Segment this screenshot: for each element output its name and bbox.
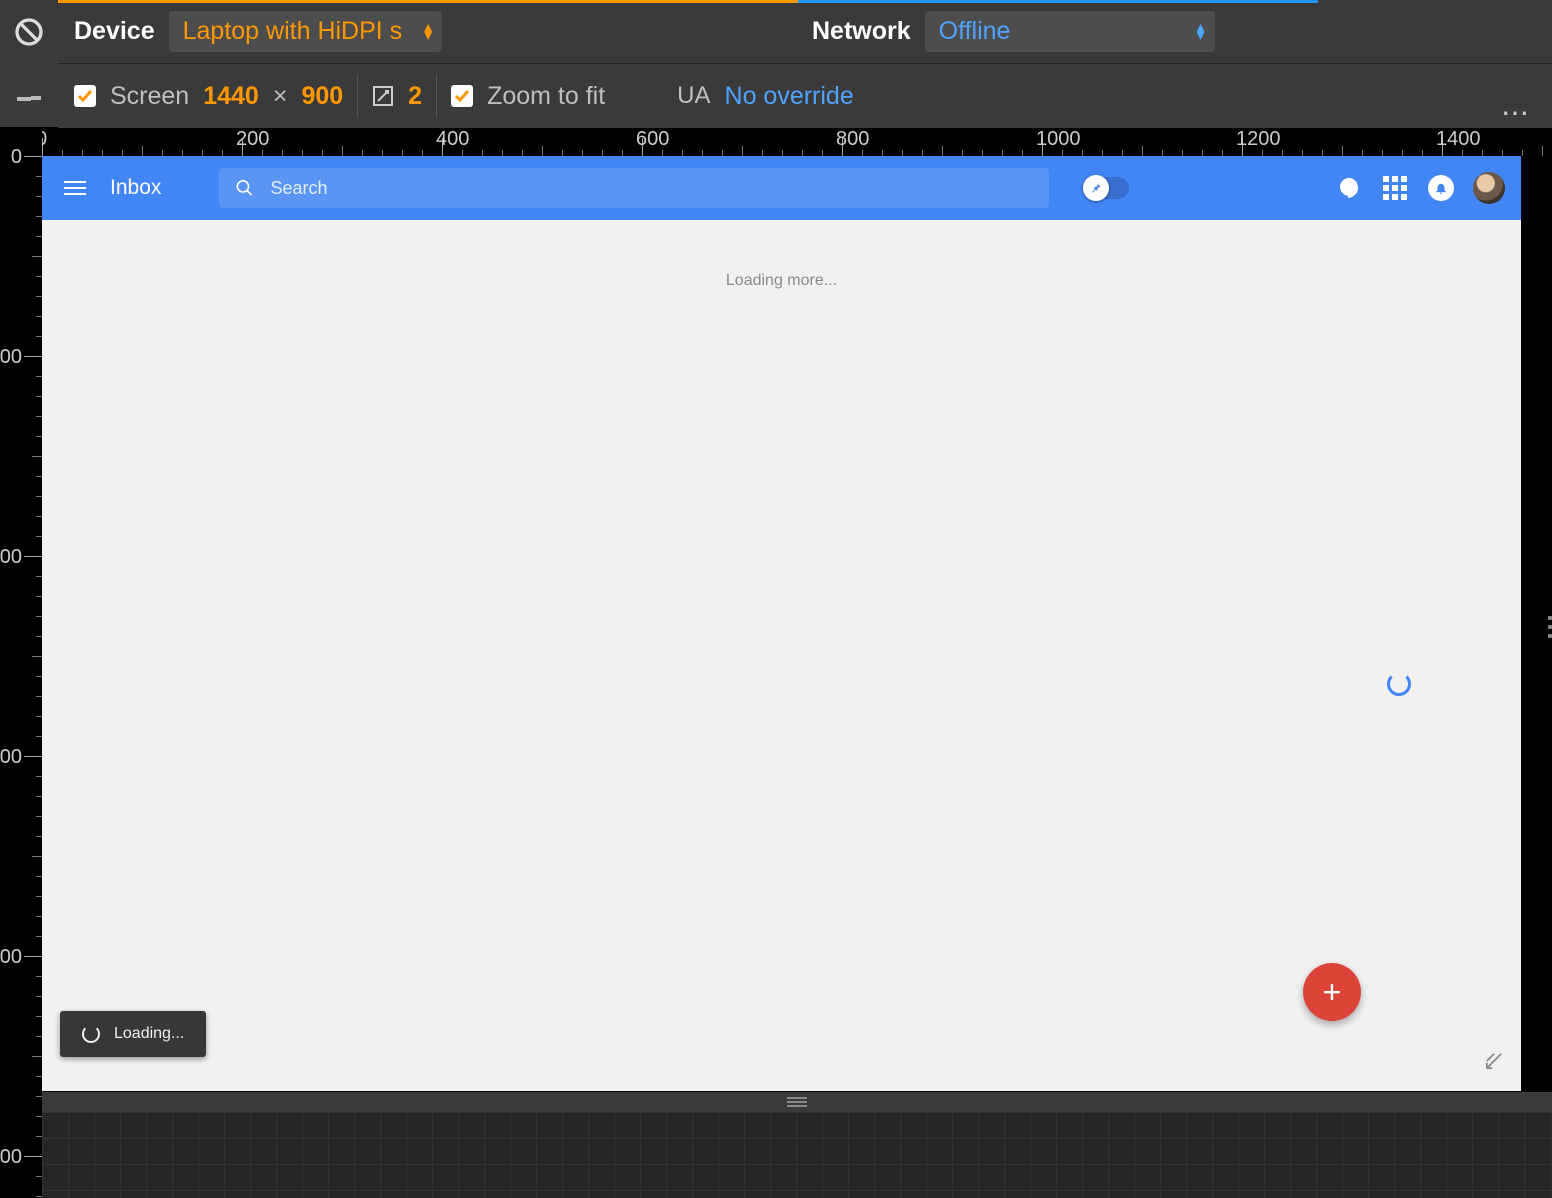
hamburger-menu-icon[interactable] (58, 175, 92, 201)
search-input[interactable] (271, 178, 1034, 199)
pin-toggle[interactable] (1083, 177, 1129, 199)
device-toolbar: Device Laptop with HiDPI s ▴▾ Network Of… (58, 0, 1552, 128)
dock-side-icon[interactable] (0, 64, 58, 128)
search-bar[interactable] (219, 168, 1049, 208)
disable-cache-icon[interactable] (0, 0, 58, 64)
dpr-value[interactable]: 2 (408, 82, 422, 111)
device-label: Device (74, 17, 155, 46)
hangouts-icon[interactable] (1335, 174, 1363, 202)
vertical-ruler: 02004006008001000 (0, 128, 42, 1198)
avatar[interactable] (1473, 172, 1505, 204)
inbox-title: Inbox (110, 176, 161, 200)
devtools-left-strip (0, 0, 58, 128)
inbox-body: Loading more... + Loading... (42, 220, 1521, 1091)
search-icon (235, 178, 254, 198)
resize-handle-icon[interactable] (1485, 1052, 1503, 1075)
emulated-viewport: Inbox Loading more... + (42, 156, 1521, 1091)
inbox-header: Inbox (42, 156, 1521, 220)
chevron-updown-icon: ▴▾ (424, 24, 432, 40)
zoom-checkbox[interactable] (451, 85, 473, 107)
viewport-bottom-grip[interactable] (42, 1092, 1552, 1112)
loading-toast: Loading... (60, 1011, 206, 1057)
screen-height[interactable]: 900 (301, 82, 343, 111)
toast-text: Loading... (114, 1025, 184, 1043)
device-select-value: Laptop with HiDPI s (183, 17, 403, 46)
loading-more-text: Loading more... (42, 220, 1521, 290)
viewport-right-grip[interactable] (1542, 616, 1552, 638)
network-select-value: Offline (939, 17, 1011, 46)
apps-grid-icon[interactable] (1381, 174, 1409, 202)
ua-label: UA (677, 82, 710, 110)
chevron-updown-icon: ▴▾ (1197, 24, 1205, 40)
network-select[interactable]: Offline ▴▾ (925, 11, 1215, 52)
screen-label: Screen (110, 82, 189, 111)
compose-fab[interactable]: + (1303, 963, 1361, 1021)
dimension-separator: × (273, 82, 288, 111)
device-select[interactable]: Laptop with HiDPI s ▴▾ (169, 11, 443, 52)
spinner-icon (1387, 672, 1411, 696)
device-grid-background (42, 1112, 1552, 1198)
screen-checkbox[interactable] (74, 85, 96, 107)
network-label: Network (812, 17, 911, 46)
ua-value[interactable]: No override (725, 82, 854, 111)
screen-width[interactable]: 1440 (203, 82, 259, 111)
notifications-icon[interactable] (1427, 174, 1455, 202)
more-menu-icon[interactable]: ⋯ (1501, 96, 1532, 129)
pin-icon (1089, 181, 1103, 195)
horizontal-ruler: 0200400600800100012001400 (0, 128, 1552, 156)
spinner-icon (82, 1025, 100, 1043)
zoom-label: Zoom to fit (487, 82, 605, 111)
dpr-icon (372, 85, 394, 107)
